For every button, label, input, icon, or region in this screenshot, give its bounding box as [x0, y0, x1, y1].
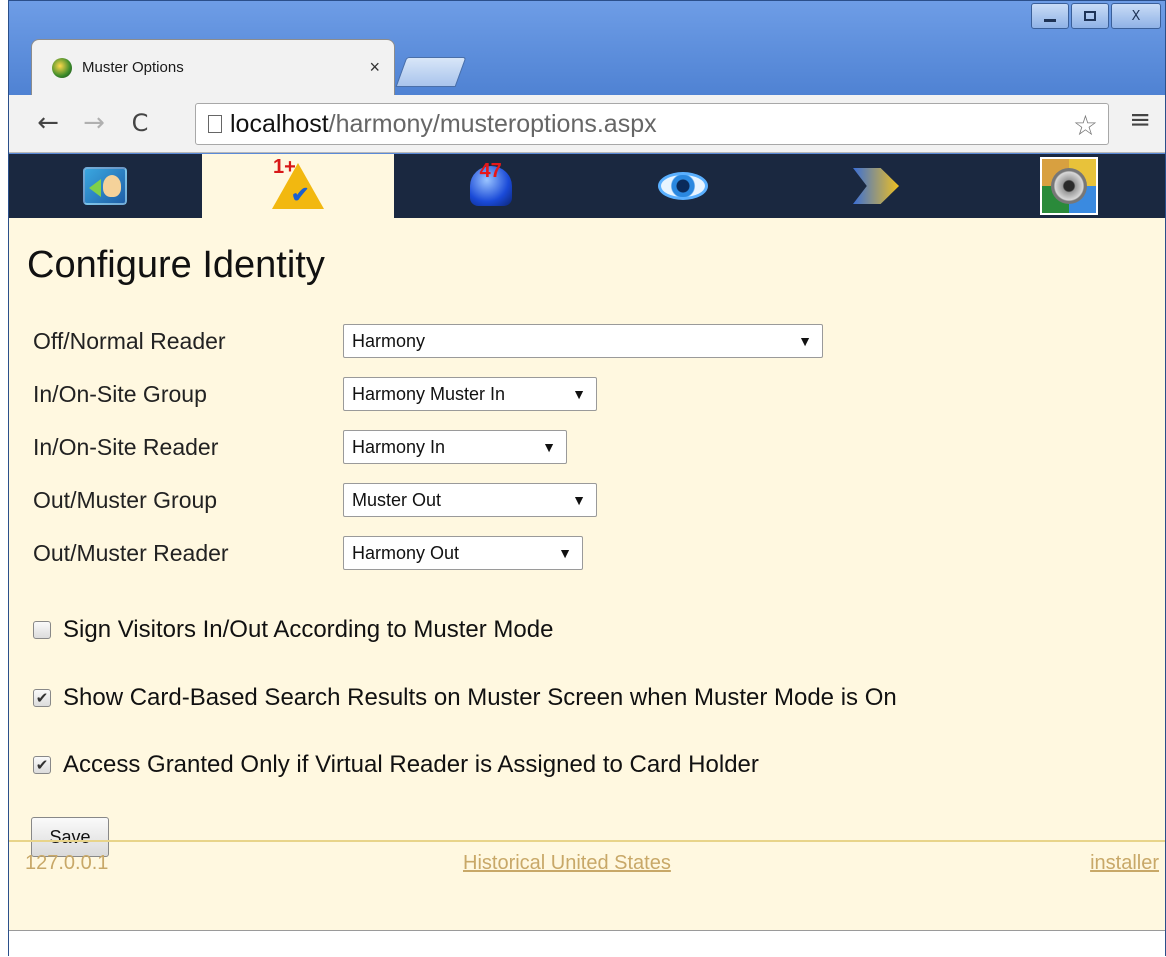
forward-icon	[853, 168, 900, 204]
reload-button[interactable]: C	[123, 105, 157, 141]
window-controls: X	[1029, 3, 1161, 29]
select-value: Muster Out	[352, 489, 442, 510]
out-muster-reader-select[interactable]: Harmony Out ▼	[343, 536, 583, 570]
select-value: Harmony Muster In	[352, 383, 506, 404]
field-label: Out/Muster Group	[33, 486, 218, 513]
server-ip: 127.0.0.1	[25, 852, 109, 874]
app-nav-bar: 47	[9, 154, 1165, 218]
favicon-icon	[52, 57, 72, 78]
settings-icon	[1039, 157, 1098, 215]
url-path: /harmony/musteroptions.aspx	[328, 109, 657, 138]
field-label: Off/Normal Reader	[33, 327, 226, 354]
dropdown-arrow-icon: ▼	[798, 333, 812, 349]
region-link[interactable]: Historical United States	[463, 852, 671, 875]
select-value: Harmony	[352, 330, 426, 351]
page-title: Configure Identity	[27, 244, 325, 286]
out-muster-group-select[interactable]: Muster Out ▼	[343, 483, 597, 517]
nav-item-profile[interactable]	[9, 154, 202, 218]
show-card-results-option[interactable]: ✔ Show Card-Based Search Results on Must…	[33, 684, 897, 712]
eye-icon	[658, 172, 709, 200]
sign-visitors-checkbox[interactable]	[33, 621, 51, 639]
maximize-button[interactable]	[1071, 3, 1109, 29]
checkbox-label: Sign Visitors In/Out According to Muster…	[63, 616, 554, 643]
status-bar	[9, 930, 1165, 957]
user-link[interactable]: installer	[1090, 852, 1159, 875]
tab-title: Muster Options	[82, 59, 184, 76]
field-in-onsite-reader: In/On-Site Reader Harmony In ▼	[33, 429, 567, 465]
browser-toolbar: ← → C localhost/harmony/musteroptions.as…	[9, 95, 1165, 153]
nav-item-alarms[interactable]: 47	[394, 154, 587, 218]
page-icon	[208, 115, 222, 133]
field-label: Out/Muster Reader	[33, 539, 229, 566]
access-granted-option[interactable]: ✔ Access Granted Only if Virtual Reader …	[33, 751, 759, 779]
close-window-button[interactable]: X	[1111, 3, 1161, 29]
new-tab-button[interactable]	[395, 57, 467, 87]
nav-item-settings[interactable]	[972, 154, 1165, 218]
off-normal-reader-select[interactable]: Harmony ▼	[343, 324, 823, 358]
minimize-button[interactable]	[1031, 3, 1069, 29]
profile-icon	[83, 167, 128, 205]
muster-badge: 1+	[273, 156, 296, 178]
field-out-muster-group: Out/Muster Group Muster Out ▼	[33, 482, 597, 518]
check-icon: ✔	[291, 182, 310, 207]
field-label: In/On-Site Reader	[33, 433, 219, 460]
show-card-results-checkbox[interactable]: ✔	[33, 689, 51, 707]
checkbox-label: Show Card-Based Search Results on Muster…	[63, 684, 897, 711]
dropdown-arrow-icon: ▼	[572, 386, 586, 402]
bookmark-star-icon[interactable]: ☆	[1073, 109, 1098, 142]
field-in-onsite-group: In/On-Site Group Harmony Muster In ▼	[33, 376, 597, 412]
title-bar: X Muster Options ×	[9, 1, 1165, 95]
select-value: Harmony In	[352, 436, 446, 457]
field-label: In/On-Site Group	[33, 380, 207, 407]
field-out-muster-reader: Out/Muster Reader Harmony Out ▼	[33, 535, 583, 571]
dropdown-arrow-icon: ▼	[542, 439, 556, 455]
browser-tab[interactable]: Muster Options ×	[31, 39, 395, 95]
alarm-icon: 47	[469, 160, 512, 206]
close-icon: X	[1131, 8, 1141, 24]
page-footer: 127.0.0.1 Historical United States insta…	[9, 840, 1165, 884]
field-off-normal-reader: Off/Normal Reader Harmony ▼	[33, 323, 823, 359]
address-bar[interactable]: localhost/harmony/musteroptions.aspx ☆	[195, 103, 1109, 145]
checkbox-label: Access Granted Only if Virtual Reader is…	[63, 751, 759, 778]
in-onsite-group-select[interactable]: Harmony Muster In ▼	[343, 377, 597, 411]
alarm-count-badge: 47	[479, 160, 502, 182]
minimize-icon	[1044, 18, 1056, 22]
nav-item-monitor[interactable]	[587, 154, 780, 218]
in-onsite-reader-select[interactable]: Harmony In ▼	[343, 430, 567, 464]
page-content: 47 1+ ✔ Configure Identity Off/Normal Re…	[9, 154, 1165, 957]
access-granted-checkbox[interactable]: ✔	[33, 756, 51, 774]
maximize-icon	[1084, 11, 1096, 21]
select-value: Harmony Out	[352, 542, 460, 563]
dropdown-arrow-icon: ▼	[572, 492, 586, 508]
back-button[interactable]: ←	[31, 105, 65, 141]
dropdown-arrow-icon: ▼	[558, 545, 572, 561]
menu-icon[interactable]: ≡	[1129, 105, 1151, 135]
sign-visitors-option[interactable]: Sign Visitors In/Out According to Muster…	[33, 616, 553, 644]
browser-window: X Muster Options × ← → C localhost/harmo…	[8, 0, 1166, 957]
url-host: localhost	[230, 109, 329, 138]
forward-button[interactable]: →	[77, 105, 111, 141]
tab-close-icon[interactable]: ×	[369, 57, 380, 78]
nav-item-forward[interactable]	[780, 154, 973, 218]
